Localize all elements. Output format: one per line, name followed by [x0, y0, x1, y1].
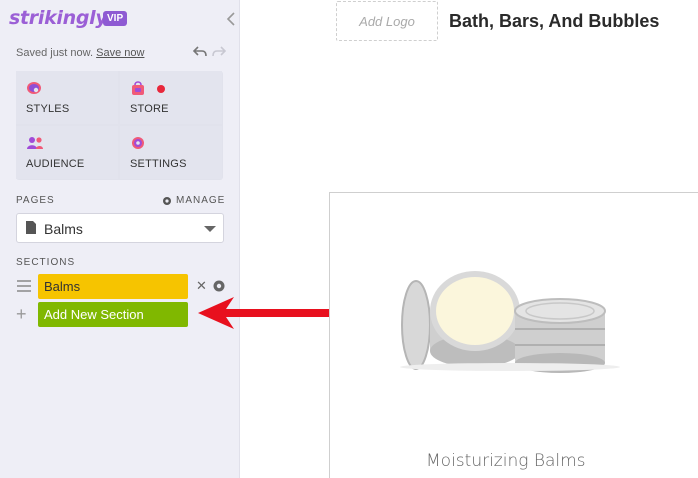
- gear-icon: [132, 137, 144, 149]
- redo-icon[interactable]: [211, 45, 227, 59]
- store-button[interactable]: STORE: [120, 71, 222, 124]
- audience-button[interactable]: AUDIENCE: [16, 126, 118, 179]
- delete-section-icon[interactable]: ✕: [196, 279, 207, 292]
- pages-heading: PAGES: [16, 195, 55, 206]
- page-select[interactable]: Balms: [16, 213, 224, 243]
- audience-label: AUDIENCE: [26, 158, 85, 170]
- section-label: Balms: [44, 279, 81, 294]
- product-caption[interactable]: Moisturizing Balms: [426, 451, 586, 471]
- arrow-annotation: [198, 297, 334, 329]
- settings-button[interactable]: SETTINGS: [120, 126, 222, 179]
- add-logo-placeholder[interactable]: Add Logo: [336, 1, 438, 41]
- sidebar: strikingly VIP Saved just now. Save now …: [0, 0, 240, 478]
- vip-badge: VIP: [103, 11, 128, 26]
- plus-icon[interactable]: +: [16, 305, 27, 323]
- strikingly-logo: strikingly: [9, 7, 108, 29]
- chevron-left-icon[interactable]: [224, 11, 238, 27]
- add-new-section-button[interactable]: Add New Section: [38, 302, 188, 327]
- manage-label: MANAGE: [176, 195, 226, 206]
- editor-root: strikingly VIP Saved just now. Save now …: [0, 0, 698, 478]
- add-logo-label: Add Logo: [359, 14, 415, 29]
- sections-heading: SECTIONS: [16, 257, 76, 268]
- product-card[interactable]: Moisturizing Balms: [329, 192, 698, 478]
- manage-pages-button[interactable]: MANAGE: [162, 195, 225, 206]
- gear-icon: [163, 196, 171, 205]
- save-now-link[interactable]: Save now: [96, 47, 144, 59]
- add-section-label: Add New Section: [44, 307, 144, 322]
- undo-icon[interactable]: [192, 45, 208, 59]
- gear-icon[interactable]: [212, 279, 226, 293]
- palette-icon: [27, 82, 41, 94]
- document-icon: [26, 221, 36, 234]
- saved-text: Saved just now.: [16, 47, 94, 59]
- chevron-down-icon: [204, 226, 216, 232]
- store-label: STORE: [130, 103, 169, 115]
- settings-label: SETTINGS: [130, 158, 187, 170]
- save-status: Saved just now. Save now: [16, 47, 144, 59]
- shopping-bag-icon: [132, 81, 144, 95]
- people-icon: [27, 137, 43, 149]
- site-title[interactable]: Bath, Bars, And Bubbles: [449, 11, 659, 32]
- section-item-balms[interactable]: Balms: [38, 274, 188, 299]
- styles-button[interactable]: STYLES: [16, 71, 118, 124]
- store-notification-dot: [157, 85, 165, 93]
- editor-menu-grid: STYLES STORE AUDIENCE SETTINGS: [16, 71, 223, 180]
- styles-label: STYLES: [26, 103, 70, 115]
- drag-handle-icon[interactable]: [17, 280, 31, 292]
- selected-page: Balms: [44, 221, 83, 237]
- product-image: [400, 271, 620, 373]
